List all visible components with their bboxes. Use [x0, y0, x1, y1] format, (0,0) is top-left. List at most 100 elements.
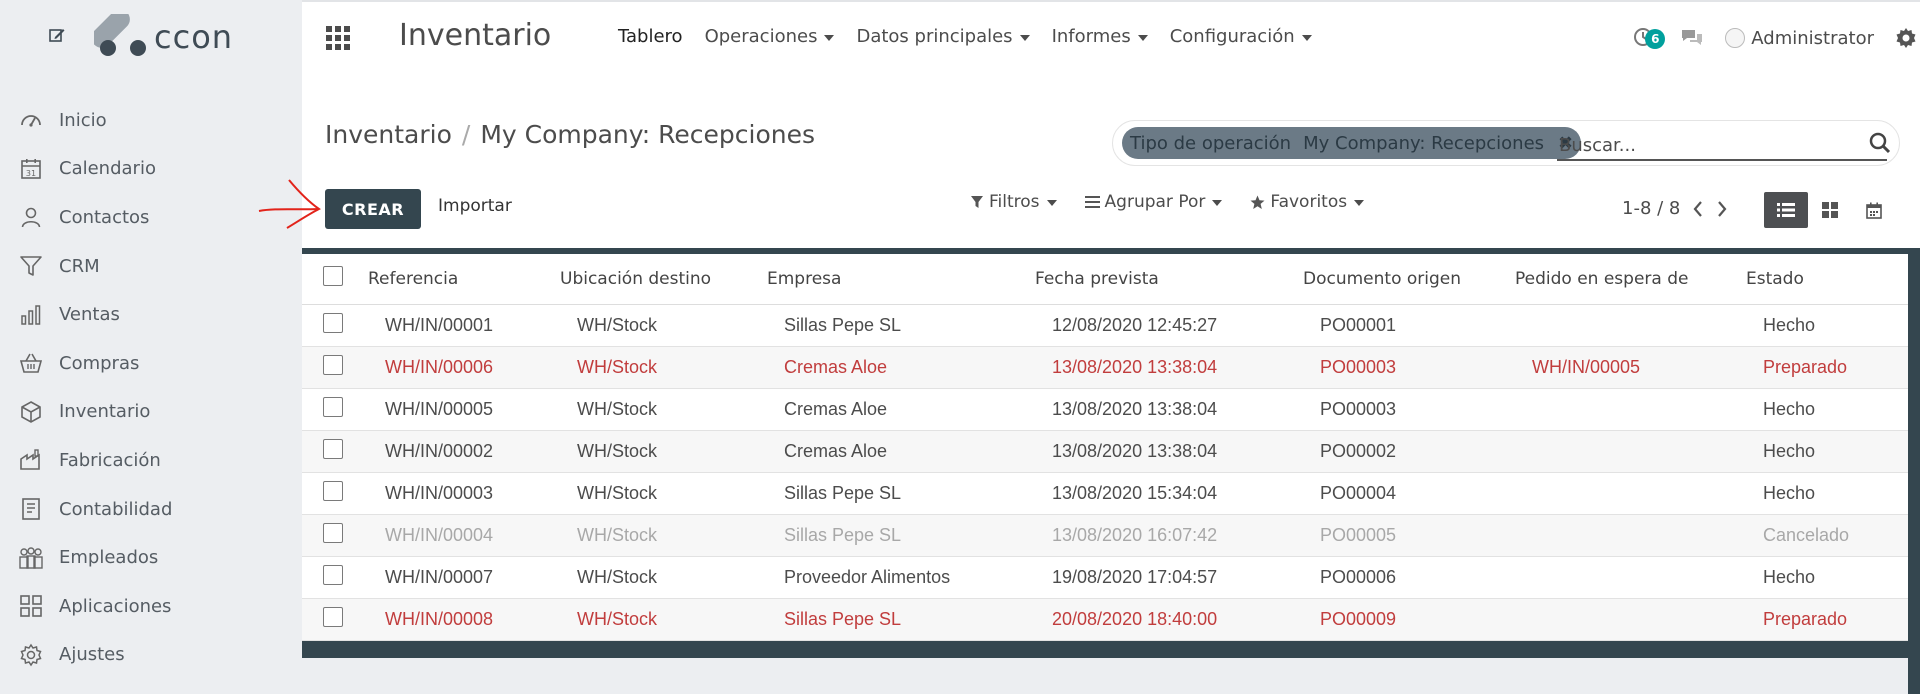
- table-cell: WH/IN/00003: [368, 472, 560, 515]
- table-cell: Sillas Pepe SL: [767, 514, 1035, 557]
- menu-informes[interactable]: Informes: [1052, 26, 1148, 47]
- row-checkbox[interactable]: [323, 606, 343, 627]
- table-cell: Cremas Aloe: [767, 388, 1035, 431]
- chat-icon[interactable]: [1679, 25, 1705, 51]
- chevron-down-icon: [1354, 200, 1365, 206]
- table-cell: 19/08/2020 17:04:57: [1035, 556, 1303, 599]
- search-box: Tipo de operación My Company: Recepcione…: [1112, 120, 1900, 166]
- list-view-content: Referencia Ubicación destino Empresa Fecha …: [302, 248, 1910, 658]
- sidebar: ccon Inicio 31 Calendario Contactos CRM Venta…: [0, 0, 302, 694]
- column-header[interactable]: Ubicación destino: [560, 254, 767, 305]
- chevron-down-icon: [824, 34, 835, 41]
- sidebar-item-contabilidad[interactable]: Contabilidad: [0, 485, 302, 534]
- favorites-button[interactable]: Favoritos: [1250, 192, 1365, 212]
- table-cell: Cancelado: [1746, 514, 1910, 557]
- search-icon[interactable]: [1868, 131, 1892, 155]
- pager-value[interactable]: 1-8 / 8: [1622, 198, 1680, 219]
- column-header[interactable]: Empresa: [767, 254, 1035, 305]
- row-checkbox[interactable]: [323, 438, 343, 459]
- table-cell: WH/Stock: [560, 514, 767, 557]
- company-logo[interactable]: ccon: [94, 14, 233, 60]
- table-row[interactable]: WH/IN/00007 WH/Stock Proveedor Alimentos 19…: [302, 556, 1910, 599]
- table-row[interactable]: WH/IN/00005 WH/Stock Cremas Aloe 13/08/2020…: [302, 388, 1910, 431]
- edit-icon[interactable]: [48, 26, 66, 44]
- column-header[interactable]: Fecha prevista: [1035, 254, 1303, 305]
- table-cell: WH/Stock: [560, 346, 767, 389]
- table-row[interactable]: WH/IN/00006 WH/Stock Cremas Aloe 13/08/2020…: [302, 346, 1910, 389]
- table-cell: WH/IN/00008: [368, 598, 560, 641]
- row-select-cell: [302, 388, 368, 431]
- app-title[interactable]: Inventario: [399, 18, 551, 53]
- table-row[interactable]: WH/IN/00001 WH/Stock Sillas Pepe SL 12/08/2…: [302, 304, 1910, 347]
- table-cell: WH/IN/00004: [368, 514, 560, 557]
- chevron-right-icon[interactable]: [1716, 200, 1728, 218]
- table-cell: 13/08/2020 13:38:04: [1035, 346, 1303, 389]
- apps-menu-icon[interactable]: [326, 26, 350, 50]
- sidebar-item-compras[interactable]: Compras: [0, 339, 302, 388]
- menu-operaciones[interactable]: Operaciones: [705, 26, 835, 47]
- menu-datos-principales[interactable]: Datos principales: [856, 26, 1030, 47]
- chevron-left-icon[interactable]: [1692, 200, 1704, 218]
- sidebar-item-ventas[interactable]: Ventas: [0, 290, 302, 339]
- sidebar-item-crm[interactable]: CRM: [0, 242, 302, 291]
- bar-chart-icon: [18, 302, 44, 328]
- sidebar-item-aplicaciones[interactable]: Aplicaciones: [0, 582, 302, 631]
- group-by-label: Agrupar Por: [1104, 192, 1206, 212]
- table-cell: PO00002: [1303, 430, 1515, 473]
- user-menu[interactable]: Administrator: [1725, 28, 1874, 49]
- list-view-button[interactable]: [1764, 192, 1808, 228]
- dashboard-icon: [18, 107, 44, 133]
- row-checkbox[interactable]: [323, 354, 343, 375]
- sidebar-item-fabricacion[interactable]: Fabricación: [0, 436, 302, 485]
- table-cell: Sillas Pepe SL: [767, 598, 1035, 641]
- annotation-arrow-icon: [258, 179, 321, 229]
- breadcrumb: Inventario / My Company: Recepciones: [325, 120, 815, 149]
- sidebar-item-inicio[interactable]: Inicio: [0, 96, 302, 145]
- breadcrumb-root-link[interactable]: Inventario: [325, 120, 452, 149]
- menu-label: Informes: [1051, 26, 1131, 47]
- row-checkbox[interactable]: [323, 564, 343, 585]
- table-row[interactable]: WH/IN/00008 WH/Stock Sillas Pepe SL 20/08/2…: [302, 598, 1910, 641]
- column-header[interactable]: Referencia: [368, 254, 560, 305]
- chevron-down-icon: [1212, 200, 1223, 206]
- row-checkbox[interactable]: [323, 396, 343, 417]
- calendar-view-button[interactable]: [1852, 192, 1896, 228]
- calendar-icon: 31: [18, 156, 44, 182]
- sidebar-item-inventario[interactable]: Inventario: [0, 388, 302, 437]
- menu-tablero[interactable]: Tablero: [618, 26, 683, 47]
- kanban-icon: [1822, 202, 1838, 218]
- activity-button[interactable]: 6: [1633, 24, 1666, 52]
- table-cell: Hecho: [1746, 430, 1910, 473]
- records-table: Referencia Ubicación destino Empresa Fecha …: [302, 254, 1910, 641]
- create-button[interactable]: CREAR: [325, 189, 421, 229]
- logo-text: ccon: [154, 18, 234, 56]
- table-cell: Sillas Pepe SL: [767, 304, 1035, 347]
- table-cell: WH/Stock: [560, 472, 767, 515]
- column-header[interactable]: Estado: [1746, 254, 1910, 305]
- row-checkbox[interactable]: [323, 480, 343, 501]
- table-row[interactable]: WH/IN/00003 WH/Stock Sillas Pepe SL 13/08/2…: [302, 472, 1910, 515]
- table-cell: 13/08/2020 13:38:04: [1035, 430, 1303, 473]
- gear-icon[interactable]: [1894, 26, 1918, 50]
- row-checkbox[interactable]: [323, 522, 343, 543]
- breadcrumb-separator: /: [461, 120, 471, 149]
- row-checkbox[interactable]: [323, 312, 343, 333]
- sidebar-item-ajustes[interactable]: Ajustes: [0, 631, 302, 680]
- facet-label: Tipo de operación: [1130, 132, 1292, 154]
- table-cell: [1515, 556, 1746, 599]
- row-select-cell: [302, 304, 368, 347]
- select-all-checkbox[interactable]: [323, 266, 343, 287]
- bars-icon: [1084, 195, 1100, 209]
- menu-configuracion[interactable]: Configuración: [1170, 26, 1312, 47]
- filters-button[interactable]: Filtros: [970, 192, 1057, 212]
- sidebar-item-empleados[interactable]: Empleados: [0, 533, 302, 582]
- group-by-button[interactable]: Agrupar Por: [1084, 192, 1223, 212]
- search-input[interactable]: [1557, 131, 1887, 161]
- kanban-view-button[interactable]: [1808, 192, 1852, 228]
- import-button[interactable]: Importar: [438, 196, 512, 216]
- column-header[interactable]: Pedido en espera de: [1515, 254, 1746, 305]
- table-row[interactable]: WH/IN/00002 WH/Stock Cremas Aloe 13/08/2020…: [302, 430, 1910, 473]
- table-row[interactable]: WH/IN/00004 WH/Stock Sillas Pepe SL 13/08/2…: [302, 514, 1910, 557]
- table-cell: 20/08/2020 18:40:00: [1035, 598, 1303, 641]
- column-header[interactable]: Documento origen: [1303, 254, 1515, 305]
